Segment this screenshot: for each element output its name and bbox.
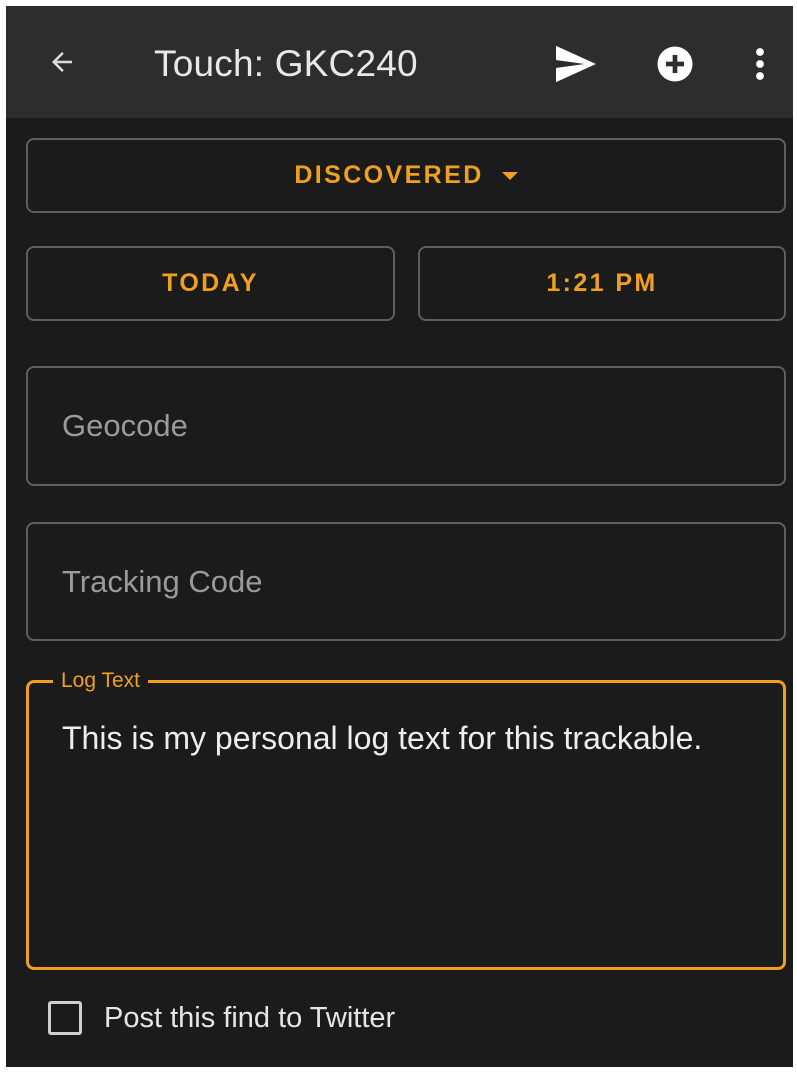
add-button[interactable] [649,42,701,90]
send-icon [554,44,598,89]
log-type-label: DISCOVERED [294,161,484,189]
tracking-code-field[interactable]: Tracking Code [26,522,786,641]
geocode-field[interactable]: Geocode [26,366,786,486]
arrow-back-icon [47,47,77,82]
log-type-dropdown[interactable]: DISCOVERED [26,138,786,213]
log-text-value: This is my personal log text for this tr… [62,720,703,756]
log-text-field[interactable]: Log Text This is my personal log text fo… [26,668,786,970]
geocode-placeholder: Geocode [62,408,188,443]
more-vert-icon [754,46,766,87]
log-text-label: Log Text [53,668,149,694]
add-circle-icon [655,44,695,89]
twitter-checkbox[interactable] [48,1001,82,1035]
date-label: TODAY [162,269,259,297]
date-button[interactable]: TODAY [26,246,395,321]
trackable-log-screen: Touch: GKC240 DISCOVERED TODAY 1:21 PM G… [6,6,793,1067]
send-button[interactable] [550,42,602,90]
page-title: Touch: GKC240 [154,43,418,84]
twitter-option[interactable]: Post this find to Twitter [48,996,395,1040]
tracking-code-placeholder: Tracking Code [62,563,263,599]
more-options-button[interactable] [744,42,776,90]
back-button[interactable] [40,42,84,86]
caret-down-icon [501,171,518,180]
time-label: 1:21 PM [546,269,658,297]
twitter-label[interactable]: Post this find to Twitter [104,1002,395,1035]
top-app-bar: Touch: GKC240 [6,6,793,118]
time-button[interactable]: 1:21 PM [418,246,786,321]
